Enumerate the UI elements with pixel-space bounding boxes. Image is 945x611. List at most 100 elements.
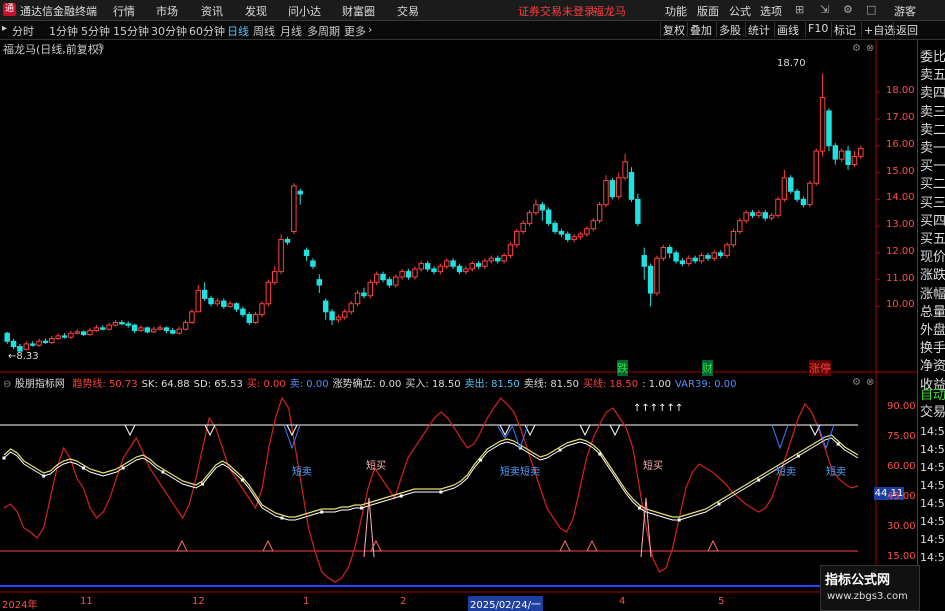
candle-body: [571, 236, 577, 240]
candle-body: [730, 230, 737, 246]
candle-body: [278, 238, 284, 273]
trade-time: 14:56: [920, 515, 945, 528]
buy-triangle-marker: [262, 539, 274, 552]
candle-body: [367, 281, 374, 297]
candle-body: [711, 252, 718, 259]
short-sell-label-5: 短卖: [826, 467, 846, 478]
x-tick-4: 4: [619, 596, 626, 607]
candle-body: [775, 198, 781, 216]
candle-body: [749, 212, 756, 216]
candle-body: [647, 265, 654, 294]
candle-body: [87, 330, 93, 336]
indicator-y-tick: 75.00: [887, 431, 916, 442]
legend-value: 81.50: [487, 379, 520, 390]
legend-item: 卖线: 81.50: [524, 379, 579, 390]
price-y-tick: 13.00: [886, 219, 915, 231]
x-tick-11: 11: [80, 596, 93, 607]
legend-label: 趋势线:: [72, 379, 106, 390]
candle-body: [380, 273, 386, 281]
candle-body: [698, 255, 705, 262]
candle-body: [42, 340, 49, 344]
candle-body: [176, 328, 182, 334]
sk-marker: [757, 478, 761, 482]
price-y-tick: 14.00: [886, 192, 915, 204]
candle-body: [463, 268, 469, 273]
legend-value: 0.00: [260, 379, 286, 390]
candle-body: [361, 292, 367, 297]
candle-body: [737, 220, 743, 232]
candle-body: [552, 222, 558, 232]
sk-marker: [81, 466, 85, 470]
candle-body: [125, 323, 131, 326]
legend-label: SK:: [141, 379, 158, 390]
candle-body: [826, 110, 832, 147]
candle-body: [660, 247, 667, 259]
sell-v-marker: [124, 424, 136, 437]
candle-body: [501, 255, 507, 262]
candle-body: [61, 335, 68, 338]
candle-body: [590, 220, 596, 230]
price-y-tick: 10.00: [886, 299, 915, 311]
legend-item: VAR39: 0.00: [675, 379, 737, 390]
legend-value: 65.53: [211, 379, 243, 390]
sidebar-field-label: 涨跌: [920, 268, 945, 284]
indicator-name[interactable]: 股朋指标网: [15, 379, 65, 390]
candle-body: [603, 180, 609, 206]
candle-body: [252, 313, 259, 324]
legend-item: SK: 64.88: [142, 379, 190, 390]
candle-body: [845, 150, 851, 165]
candle-body: [55, 335, 61, 340]
sell-v-marker: [499, 424, 511, 437]
candle-body: [412, 268, 418, 278]
candle-body: [424, 263, 431, 270]
indicator-y-tick: 30.00: [887, 521, 916, 532]
auto-trade-label[interactable]: 交易: [920, 401, 945, 420]
legend-label: VAR39:: [674, 379, 712, 390]
legend-label: 卖出:: [464, 379, 488, 390]
candle-body: [214, 300, 221, 305]
legend-label: 买线:: [582, 379, 607, 390]
sidebar-field-label: 卖二: [920, 122, 945, 138]
candle-body: [851, 155, 858, 165]
candle-body: [838, 150, 845, 160]
sk-marker: [280, 516, 284, 520]
quote-sidebar: 委比 卖五 卖四 卖三 卖二 卖一 买一 买二 买三 买四 买五 现价 涨跌 涨幅 总量 外盘 换手 净资 收益 自动…: [917, 40, 945, 609]
legend-label: 买入:: [405, 379, 429, 390]
sk-marker: [638, 506, 642, 510]
signal-finance-label: 财: [702, 360, 713, 376]
kline-chart[interactable]: [0, 0, 917, 609]
sidebar-field-label: 卖一: [920, 141, 945, 156]
candle-body: [788, 177, 794, 192]
trade-time: 14:56: [920, 461, 945, 474]
up-arrows-label: ↑↑↑↑↑↑: [633, 403, 684, 414]
candle-body: [405, 271, 412, 278]
sk-marker: [598, 452, 602, 456]
candle-body: [475, 263, 482, 267]
candle-body: [195, 289, 202, 313]
indicator-collapse-icon[interactable]: ⊖: [3, 379, 11, 390]
candle-body: [756, 212, 762, 216]
candle-body: [138, 327, 144, 332]
candle-body: [373, 273, 380, 283]
candle-body: [673, 252, 679, 262]
legend-value: 1.00: [645, 379, 671, 390]
sk-marker: [796, 454, 800, 458]
candle-body: [743, 212, 749, 222]
legend-value: 18.50: [606, 379, 639, 390]
sell-v-marker: [579, 424, 591, 437]
candle-body: [641, 255, 647, 267]
sell-v-marker: [609, 424, 621, 437]
candle-body: [303, 249, 310, 257]
indicator-y-tick: 60.00: [887, 461, 916, 472]
candle-body: [584, 228, 590, 235]
candle-body: [507, 244, 514, 257]
legend-label: 买:: [246, 379, 261, 390]
candle-body: [348, 303, 354, 313]
candle-body: [23, 343, 30, 350]
candle-body: [832, 145, 839, 160]
legend-item: 买入: 18.50: [405, 379, 460, 390]
candle-body: [170, 330, 176, 334]
candle-body: [393, 276, 399, 286]
sk-marker: [2, 456, 6, 460]
sidebar-field-label: 买一: [920, 159, 945, 175]
